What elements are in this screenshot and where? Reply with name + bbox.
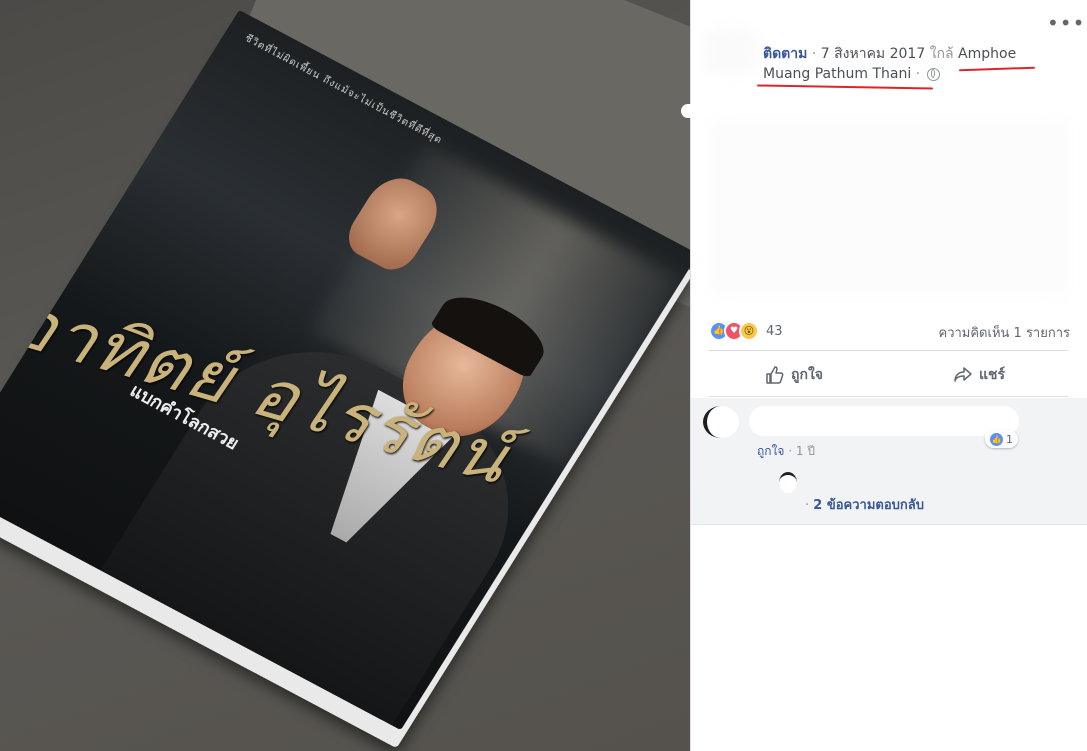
comment-age[interactable]: 1 ปี	[796, 444, 815, 458]
reply-avatar	[779, 472, 797, 493]
annotation-underline-2	[756, 84, 934, 90]
reaction-count: 43	[766, 323, 783, 339]
comment-reaction-badge[interactable]: 👍 1	[985, 430, 1018, 448]
location-link-part2[interactable]: Muang Pathum Thani	[763, 66, 911, 82]
view-replies-link[interactable]: · 2 ข้อความตอบกลับ	[805, 494, 924, 515]
comment-separator: ·	[784, 444, 796, 458]
like-icon: 👍	[990, 432, 1003, 446]
comment-bubble	[749, 406, 1019, 436]
post-meta: ติดตาม · 7 สิงหาคม 2017 ใกล้ Amphoe Muan…	[763, 44, 1053, 84]
reaction-summary[interactable]: 👍 ♥ 😮 43	[709, 320, 783, 342]
more-options-icon[interactable]: •••	[1047, 13, 1084, 38]
comment-reaction-count: 1	[1006, 432, 1013, 446]
share-icon	[954, 367, 972, 382]
like-button-label: ถูกใจ	[791, 367, 823, 383]
comment-like-link[interactable]: ถูกใจ	[757, 444, 784, 458]
wow-icon: 😮	[739, 321, 759, 341]
redaction-mark	[681, 104, 703, 118]
post-date[interactable]: 7 สิงหาคม 2017	[821, 46, 926, 62]
thumbs-up-icon	[766, 366, 784, 384]
globe-icon[interactable]	[926, 67, 940, 81]
post-photo[interactable]: ชีวิตที่ไม่ผิดเพี้ยน ถึงแม้จะไม่เป็นชีวิ…	[0, 0, 690, 751]
meta-separator-2: ·	[911, 66, 925, 82]
divider-top	[709, 350, 1068, 351]
redacted-avatar	[705, 28, 757, 74]
location-link-part1[interactable]: Amphoe	[958, 46, 1016, 62]
post-panel: ••• ติดตาม · 7 สิงหาคม 2017 ใกล้ Amphoe …	[681, 0, 1087, 751]
divider-bottom	[709, 396, 1068, 397]
comment-section: 👍 1 ถูกใจ · 1 ปี · 2 ข้อความตอบกลับ	[691, 398, 1087, 525]
replies-label: 2 ข้อความตอบกลับ	[813, 498, 924, 513]
follow-link[interactable]: ติดตาม	[763, 46, 807, 62]
near-label: ใกล้	[925, 46, 959, 62]
like-button[interactable]: ถูกใจ	[765, 360, 823, 390]
commenter-avatar[interactable]	[703, 406, 739, 438]
share-button[interactable]: แชร์	[953, 360, 1005, 390]
share-button-label: แชร์	[979, 367, 1006, 383]
meta-separator: ·	[807, 46, 821, 62]
comment-count-link[interactable]: ความคิดเห็น 1 รายการ	[939, 322, 1071, 343]
redacted-post-text	[709, 118, 1069, 298]
comment-actions: ถูกใจ · 1 ปี	[757, 442, 815, 461]
